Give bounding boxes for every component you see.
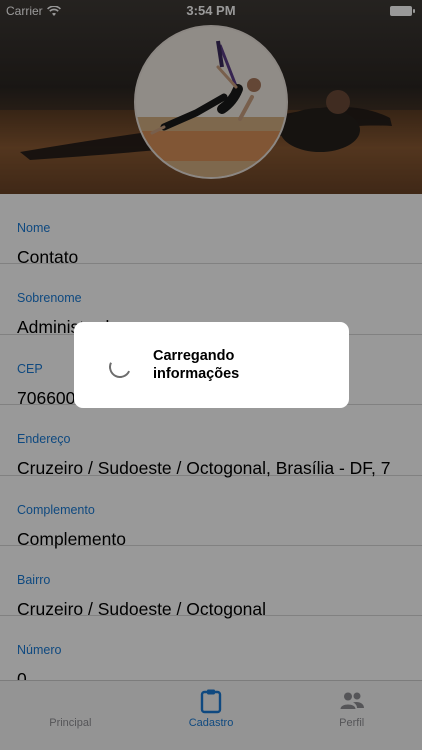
loading-line-2: informações xyxy=(153,366,240,382)
loading-message: Carregando informações xyxy=(153,347,333,383)
loading-line-1: Carregando xyxy=(153,348,235,364)
